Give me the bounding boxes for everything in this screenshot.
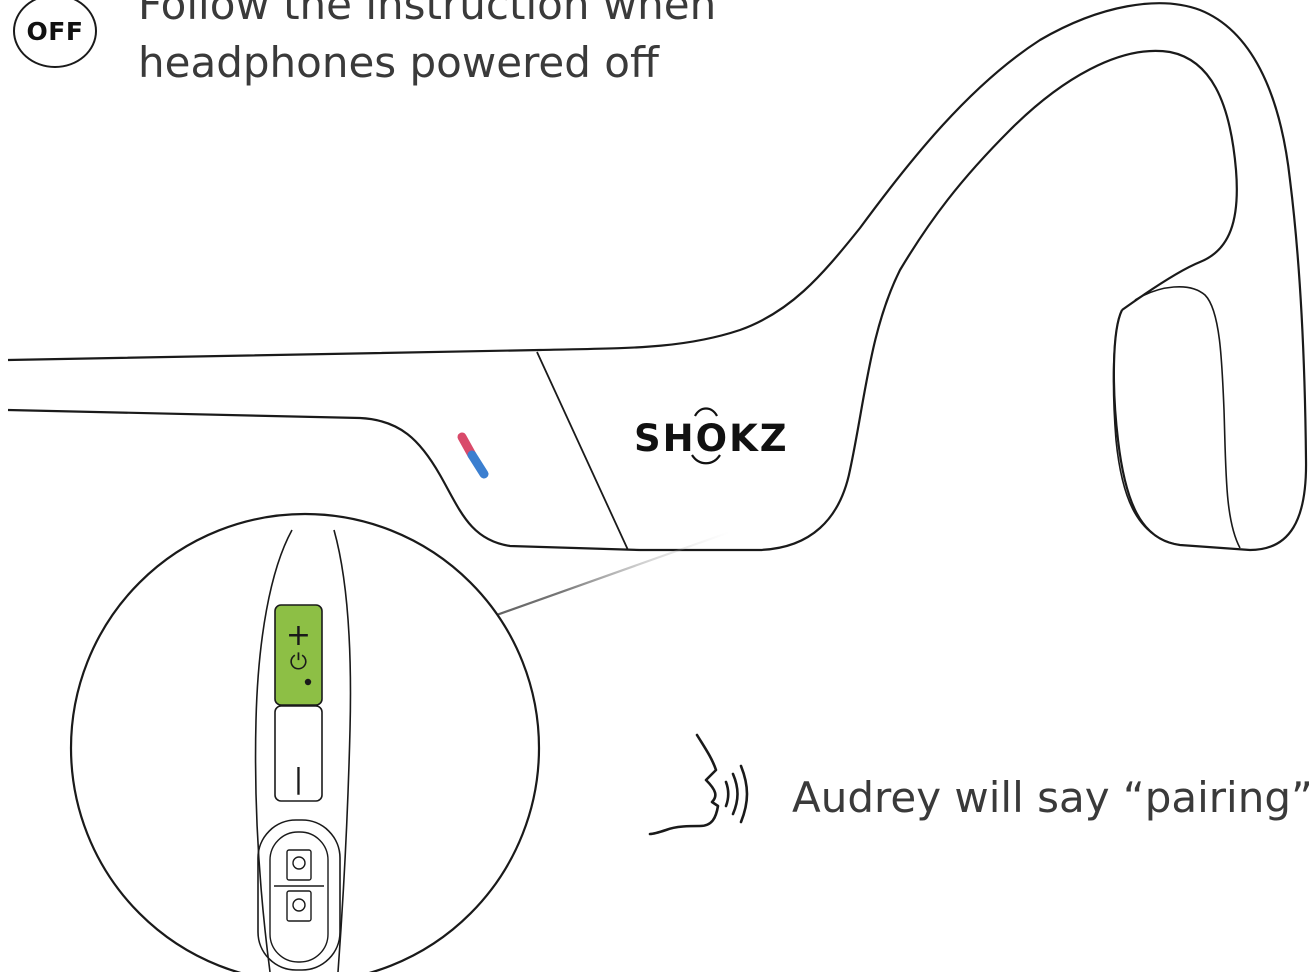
sound-arc-top	[694, 407, 718, 417]
diagram-canvas: SHOKZ + ⏻ | OFF Follow the instruction w…	[0, 0, 1314, 972]
minus-icon: |	[294, 762, 303, 795]
instruction-line-1: Follow the instruction when	[138, 0, 717, 29]
pairing-led	[457, 432, 489, 479]
instruction-line-2: headphones powered off	[138, 38, 659, 87]
voice-prompt-text: Audrey will say “pairing”	[792, 773, 1313, 822]
band-inner-edge	[640, 49, 1238, 552]
svg-text:SHOKZ: SHOKZ	[634, 417, 789, 460]
volume-down-button[interactable]: |	[274, 705, 323, 802]
transducer-divider	[536, 351, 629, 551]
headphones-illustration: SHOKZ + ⏻ |	[7, 2, 1308, 972]
plus-icon: +	[286, 618, 311, 653]
speaking-head-icon	[648, 733, 749, 836]
instruction-text: Follow the instruction when headphones p…	[138, 0, 716, 92]
off-label: OFF	[26, 16, 84, 46]
brand-logo: SHOKZ	[634, 407, 789, 465]
power-icon: ⏻	[290, 650, 307, 675]
volume-up-power-button[interactable]: + ⏻	[274, 604, 323, 706]
press-point	[304, 678, 312, 686]
ear-pad	[1112, 285, 1241, 549]
